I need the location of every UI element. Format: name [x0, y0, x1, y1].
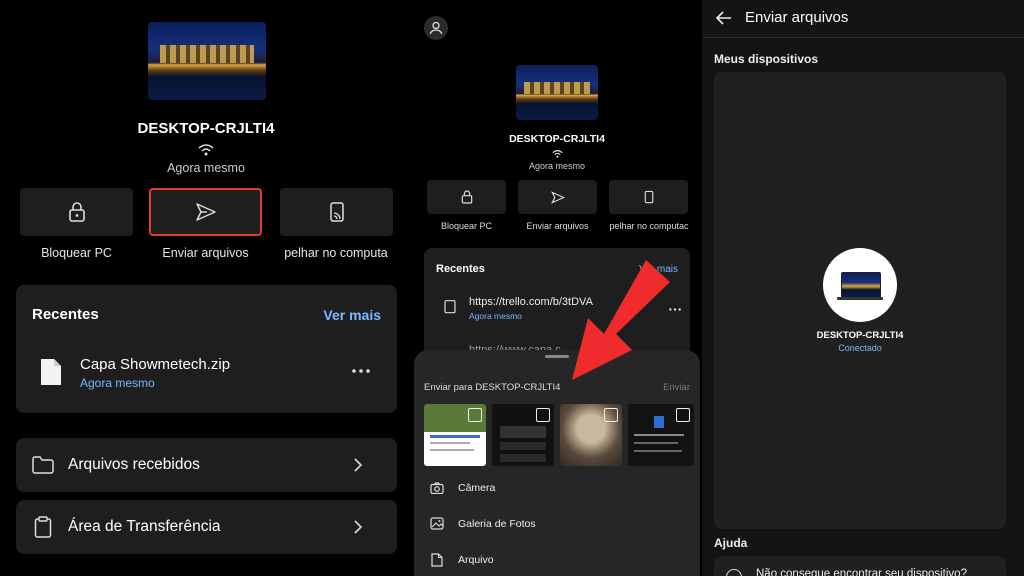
mirror-screen-button[interactable]: [280, 188, 393, 236]
lock-pc-button[interactable]: [20, 188, 133, 236]
send-files-label: Enviar arquivos: [162, 246, 249, 260]
camera-label: Câmera: [458, 482, 496, 494]
help-title: Ajuda: [714, 536, 748, 550]
recents-title: Recentes: [436, 263, 485, 275]
connection-status: Agora mesmo: [528, 161, 586, 171]
gallery-icon: [430, 517, 444, 530]
gallery-option[interactable]: Galeria de Fotos: [430, 517, 536, 530]
page-title: Enviar arquivos: [745, 9, 849, 26]
red-arrow-annotation: [560, 260, 670, 385]
folder-icon: [32, 456, 54, 474]
mirror-screen-button[interactable]: [609, 180, 688, 214]
file-label: Arquivo: [458, 554, 494, 566]
camera-icon: [430, 482, 444, 494]
recent-file-time: Agora mesmo: [80, 376, 155, 390]
select-checkbox[interactable]: [676, 408, 690, 422]
select-checkbox[interactable]: [468, 408, 482, 422]
send-files-label: Enviar arquivos: [526, 221, 589, 231]
account-avatar[interactable]: [424, 16, 448, 40]
lock-pc-button[interactable]: [427, 180, 506, 214]
file-icon: [40, 358, 62, 386]
send-files-device-picker-panel: Enviar arquivos Meus dispositivos DESKTO…: [702, 0, 1024, 576]
mirror-phone-icon: [644, 190, 654, 204]
lock-pc-label: Bloquear PC: [440, 221, 493, 231]
chevron-right-icon: [354, 458, 362, 472]
devices-card: DESKTOP-CRJLTI4 Conectado: [714, 72, 1006, 529]
device-wallpaper-thumbnail: [148, 22, 266, 100]
device-name: DESKTOP-CRJLTI4: [137, 120, 275, 137]
person-icon: [429, 21, 443, 35]
device-name: DESKTOP-CRJLTI4: [816, 330, 904, 341]
wifi-icon: [552, 150, 563, 158]
send-files-button[interactable]: [518, 180, 597, 214]
more-options-icon[interactable]: [669, 308, 681, 311]
recents-title: Recentes: [32, 306, 99, 323]
photo-thumbnail-2[interactable]: [492, 404, 554, 466]
photo-thumbnail-1[interactable]: [424, 404, 486, 466]
mirror-phone-icon: [329, 202, 345, 222]
clipboard-label: Área de Transferência: [68, 518, 221, 535]
back-arrow-icon[interactable]: [716, 11, 732, 25]
help-item-label: Não consegue encontrar seu dispositivo?: [756, 568, 967, 576]
phone-link-send-sheet-panel: DESKTOP-CRJLTI4 Agora mesmo Bloquear PC …: [412, 0, 702, 576]
photo-thumbnail-4[interactable]: [628, 404, 694, 466]
section-title: Meus dispositivos: [714, 52, 819, 66]
recents-card: Recentes Ver mais Capa Showmetech.zip Ag…: [16, 285, 397, 413]
wifi-icon: [198, 144, 214, 156]
clipboard-icon: [444, 298, 456, 314]
clipboard-row[interactable]: Área de Transferência: [16, 500, 397, 554]
mirror-screen-label: pelhar no computac: [609, 221, 689, 231]
file-icon: [431, 553, 443, 567]
device-avatar[interactable]: [823, 248, 897, 322]
received-files-row[interactable]: Arquivos recebidos: [16, 438, 397, 492]
recent-file-name[interactable]: Capa Showmetech.zip: [80, 356, 230, 373]
device-wallpaper-thumbnail: [516, 65, 598, 120]
help-card[interactable]: Não consegue encontrar seu dispositivo?: [714, 556, 1006, 576]
lock-icon: [68, 202, 86, 222]
chevron-right-icon: [354, 520, 362, 534]
clipboard-icon: [34, 516, 52, 538]
send-files-button[interactable]: [149, 188, 262, 236]
send-icon: [195, 202, 217, 222]
mirror-screen-label: pelhar no computa: [284, 246, 388, 260]
gallery-label: Galeria de Fotos: [458, 517, 536, 530]
lock-pc-label: Bloquear PC: [41, 246, 112, 260]
camera-option[interactable]: Câmera: [430, 482, 495, 494]
laptop-icon: [841, 272, 881, 298]
send-icon: [550, 190, 565, 204]
device-status: Conectado: [838, 343, 882, 353]
see-more-link[interactable]: Ver mais: [323, 307, 381, 323]
sheet-title: Enviar para DESKTOP-CRJLTI4: [424, 382, 561, 393]
file-option[interactable]: Arquivo: [431, 553, 494, 567]
select-checkbox[interactable]: [536, 408, 550, 422]
more-options-icon[interactable]: [352, 369, 370, 373]
header-divider: [702, 37, 1024, 38]
recent-link-time: Agora mesmo: [469, 311, 522, 321]
connection-status: Agora mesmo: [167, 161, 245, 175]
photo-thumbnail-3[interactable]: [560, 404, 622, 466]
help-icon: [726, 569, 742, 576]
phone-link-home-panel: DESKTOP-CRJLTI4 Agora mesmo Bloquear PC …: [0, 0, 412, 576]
received-files-label: Arquivos recebidos: [68, 456, 200, 473]
device-name: DESKTOP-CRJLTI4: [509, 133, 605, 145]
select-checkbox[interactable]: [604, 408, 618, 422]
lock-icon: [461, 190, 473, 204]
